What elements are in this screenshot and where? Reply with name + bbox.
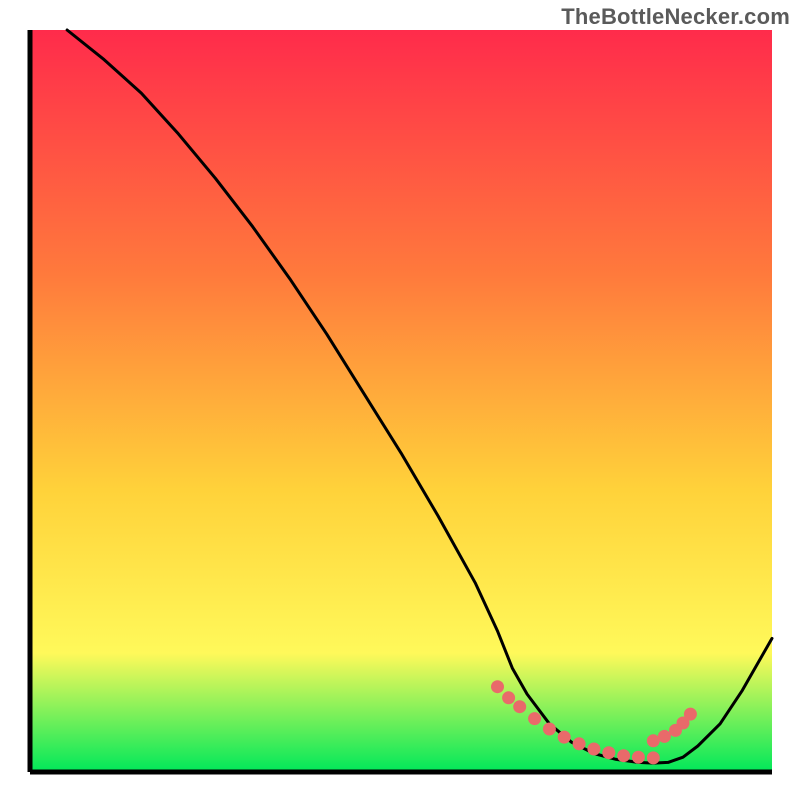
watermark-label: TheBottleNecker.com [561, 4, 790, 30]
bottleneck-chart [0, 0, 800, 800]
chart-container: TheBottleNecker.com [0, 0, 800, 800]
valley-marker [558, 731, 571, 744]
valley-marker [587, 743, 600, 756]
valley-marker [684, 708, 697, 721]
valley-marker [602, 746, 615, 759]
valley-marker [502, 691, 515, 704]
valley-marker [543, 723, 556, 736]
valley-marker [491, 680, 504, 693]
valley-marker [658, 730, 671, 743]
valley-marker [528, 712, 541, 725]
valley-marker [647, 751, 660, 764]
valley-marker [647, 734, 660, 747]
valley-marker [617, 749, 630, 762]
valley-marker [573, 737, 586, 750]
valley-marker [632, 751, 645, 764]
plot-background-gradient [30, 30, 772, 772]
valley-marker [513, 700, 526, 713]
